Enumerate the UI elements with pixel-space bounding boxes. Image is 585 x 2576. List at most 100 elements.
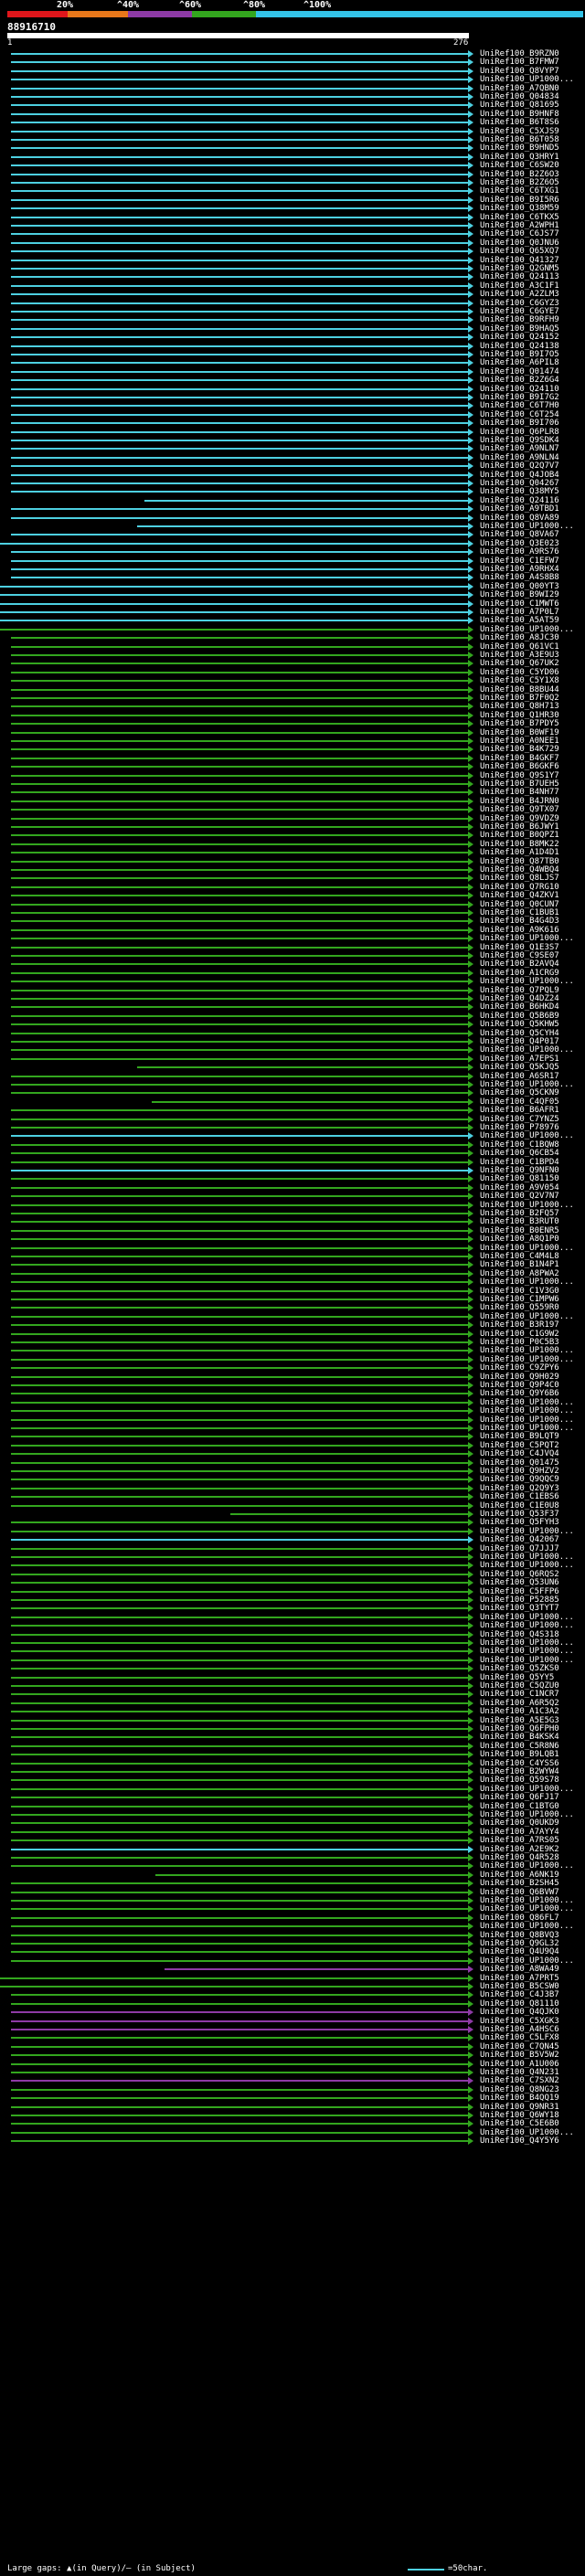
hit-bar	[11, 147, 468, 150]
hit-bar	[11, 903, 468, 906]
hit-arrow-icon	[468, 1124, 473, 1131]
hit-arrow-icon	[468, 1708, 473, 1716]
hit-arrow-icon	[468, 1656, 473, 1664]
hit-arrow-icon	[468, 1716, 473, 1724]
hit-arrow-icon	[468, 402, 473, 410]
hit-arrow-icon	[468, 1854, 473, 1861]
hit-bar	[11, 1307, 468, 1309]
hit-arrow-icon	[468, 2026, 473, 2033]
hit-bar	[11, 139, 468, 141]
hit-bar	[11, 336, 468, 339]
hit-bar	[11, 473, 468, 476]
hit-arrow-icon	[468, 2042, 473, 2051]
hit-arrow-icon	[468, 334, 473, 342]
hit-bar	[11, 912, 468, 914]
hit-arrow-icon	[468, 144, 473, 153]
hit-arrow-icon	[468, 136, 473, 143]
hit-arrow-icon	[468, 1330, 473, 1338]
hit-bar	[11, 1650, 468, 1653]
hit-bar	[11, 1143, 468, 1146]
hit-bar	[11, 284, 468, 287]
hit-arrow-icon	[468, 1596, 473, 1604]
hit-bar	[11, 508, 468, 511]
hit-arrow-icon	[468, 935, 473, 943]
hit-arrow-icon	[468, 1699, 473, 1707]
hit-bar	[11, 1057, 468, 1060]
legend-footer: Large gaps: ▲(in Query)/– (in Subject) =…	[0, 2561, 585, 2576]
hit-arrow-icon	[468, 1021, 473, 1029]
hit-arrow-icon	[468, 1089, 473, 1097]
hit-bar	[11, 1668, 468, 1670]
hit-bar	[11, 207, 468, 210]
hit-arrow-icon	[468, 58, 473, 67]
hit-arrow-icon	[468, 84, 473, 92]
hit-bar	[11, 155, 468, 158]
hit-arrow-icon	[468, 2120, 473, 2128]
hit-bar	[11, 731, 468, 734]
hit-bar	[11, 534, 468, 536]
hit-bar	[11, 1736, 468, 1739]
hit-arrow-icon	[468, 1733, 473, 1742]
hit-row[interactable]: UniRef100_Q4Y5Y6	[0, 2136, 585, 2146]
hit-arrow-icon	[468, 248, 473, 256]
hit-arrow-icon	[468, 1046, 473, 1055]
hit-arrow-icon	[468, 110, 473, 118]
hit-arrow-icon	[468, 1287, 473, 1295]
hit-bar	[11, 122, 468, 124]
hit-arrow-icon	[468, 308, 473, 315]
hit-arrow-icon	[468, 531, 473, 539]
hit-arrow-icon	[468, 823, 473, 831]
hit-arrow-icon	[468, 1605, 473, 1613]
hit-arrow-icon	[468, 892, 473, 900]
hit-bar	[11, 465, 468, 468]
hit-bar	[11, 1195, 468, 1198]
hit-bar	[11, 61, 468, 64]
hit-label[interactable]: UniRef100_Q4Y5Y6	[480, 2136, 559, 2146]
hit-arrow-icon	[468, 642, 473, 651]
hit-arrow-icon	[468, 1759, 473, 1767]
hit-bar	[11, 1693, 468, 1696]
hit-bar	[11, 259, 468, 261]
hit-bar	[11, 697, 468, 699]
hit-bar	[11, 680, 468, 683]
hit-bar	[0, 542, 468, 545]
hit-arrow-icon	[468, 883, 473, 891]
hit-bar	[11, 69, 468, 72]
hit-bar	[11, 1384, 468, 1386]
scale-line	[408, 2569, 444, 2571]
hit-arrow-icon	[468, 609, 473, 616]
hit-bar	[11, 112, 468, 115]
hit-arrow-icon	[468, 1253, 473, 1260]
hit-arrow-icon	[468, 1888, 473, 1896]
hit-arrow-icon	[468, 599, 473, 608]
hit-bar	[11, 1135, 468, 1138]
hit-bar	[11, 104, 468, 107]
hit-arrow-icon	[468, 1468, 473, 1475]
hit-arrow-icon	[468, 376, 473, 385]
hit-bar	[11, 740, 468, 742]
hit-bar	[11, 1916, 468, 1919]
hit-arrow-icon	[468, 1012, 473, 1020]
hit-bar	[11, 1625, 468, 1627]
hit-arrow-icon	[468, 1931, 473, 1939]
hit-arrow-icon	[468, 445, 473, 453]
hit-bar	[11, 276, 468, 279]
hit-bar	[11, 895, 468, 897]
hit-bar	[11, 379, 468, 382]
hit-bar	[11, 955, 468, 957]
hit-arrow-icon	[468, 187, 473, 196]
hit-arrow-icon	[468, 1140, 473, 1149]
hit-bar	[11, 757, 468, 759]
hit-bar	[11, 1925, 468, 1928]
hit-bar	[11, 2123, 468, 2125]
hit-arrow-icon	[468, 1966, 473, 1974]
hit-arrow-icon	[468, 1003, 473, 1012]
hit-bar	[11, 1461, 468, 1464]
hit-bar	[11, 1256, 468, 1257]
hit-bar	[11, 516, 468, 519]
hit-arrow-icon	[468, 2077, 473, 2085]
hit-arrow-icon	[468, 1484, 473, 1492]
hit-bar	[11, 2072, 468, 2073]
hit-arrow-icon	[468, 720, 473, 728]
hit-arrow-icon	[468, 119, 473, 127]
